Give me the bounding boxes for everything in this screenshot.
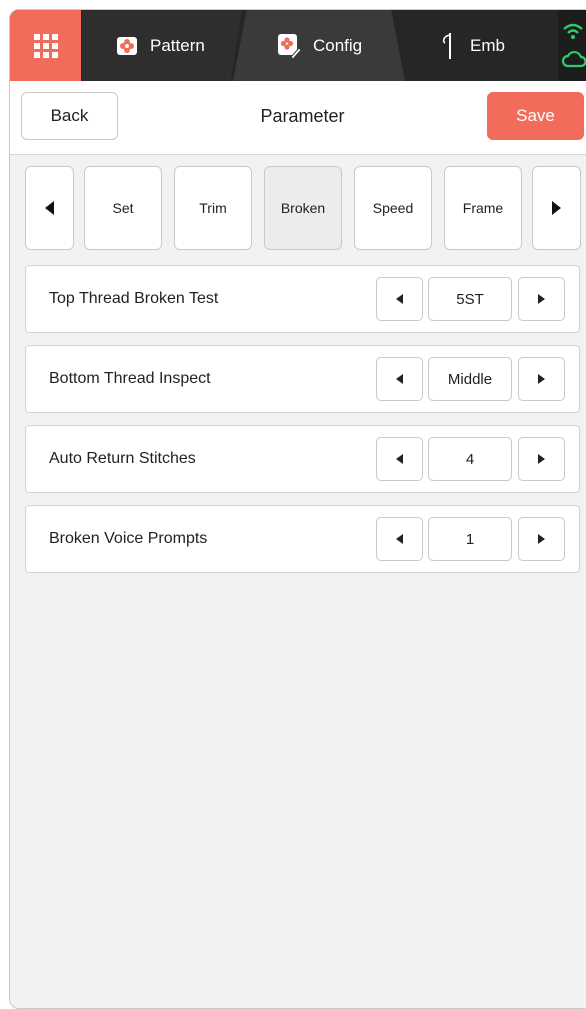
category-frame[interactable]: Frame	[444, 166, 522, 250]
page-header: Back Parameter Save	[10, 81, 586, 155]
arrow-right-icon	[538, 374, 545, 384]
param-row-auto-return-stitches: Auto Return Stitches 4	[25, 425, 580, 493]
decrease-button[interactable]	[376, 437, 423, 481]
param-value[interactable]: Middle	[428, 357, 512, 401]
decrease-button[interactable]	[376, 277, 423, 321]
arrow-left-icon	[396, 294, 403, 304]
increase-button[interactable]	[518, 277, 565, 321]
device-frame: Pattern Config Emb Back Parameter Save S…	[9, 9, 586, 1009]
apps-grid-icon	[33, 33, 58, 58]
param-row-bottom-thread-inspect: Bottom Thread Inspect Middle	[25, 345, 580, 413]
flower-edit-icon	[277, 33, 301, 59]
arrow-left-icon	[396, 454, 403, 464]
param-row-top-thread-broken-test: Top Thread Broken Test 5ST	[25, 265, 580, 333]
category-speed[interactable]: Speed	[354, 166, 432, 250]
page-title: Parameter	[260, 105, 345, 126]
wifi-icon	[562, 22, 584, 45]
increase-button[interactable]	[518, 517, 565, 561]
param-row-broken-voice-prompts: Broken Voice Prompts 1	[25, 505, 580, 573]
tab-config[interactable]: Config	[233, 10, 405, 81]
category-broken[interactable]: Broken	[264, 166, 342, 250]
tab-emb[interactable]: Emb	[398, 10, 558, 81]
category-set[interactable]: Set	[84, 166, 162, 250]
decrease-button[interactable]	[376, 517, 423, 561]
increase-button[interactable]	[518, 437, 565, 481]
home-menu-button[interactable]	[10, 10, 81, 81]
tab-pattern-label: Pattern	[150, 35, 205, 55]
arrow-left-icon	[396, 374, 403, 384]
param-label: Auto Return Stitches	[49, 450, 196, 467]
status-area	[558, 10, 586, 81]
param-label: Top Thread Broken Test	[49, 290, 219, 307]
arrow-left-icon	[396, 534, 403, 544]
back-button[interactable]: Back	[21, 92, 118, 140]
arrow-left-icon	[45, 201, 54, 215]
tab-config-label: Config	[313, 35, 363, 55]
category-trim[interactable]: Trim	[174, 166, 252, 250]
top-nav-bar: Pattern Config Emb	[10, 10, 586, 81]
param-label: Bottom Thread Inspect	[49, 370, 211, 387]
flower-card-icon	[116, 35, 138, 57]
tab-emb-label: Emb	[470, 35, 505, 55]
arrow-right-icon	[538, 454, 545, 464]
decrease-button[interactable]	[376, 357, 423, 401]
save-button[interactable]: Save	[487, 92, 584, 140]
needle-thread-icon	[440, 31, 458, 61]
param-value[interactable]: 5ST	[428, 277, 512, 321]
param-value[interactable]: 4	[428, 437, 512, 481]
cloud-icon	[561, 50, 586, 73]
param-label: Broken Voice Prompts	[49, 530, 208, 547]
arrow-right-icon	[538, 294, 545, 304]
increase-button[interactable]	[518, 357, 565, 401]
arrow-right-icon	[552, 201, 561, 215]
param-value[interactable]: 1	[428, 517, 512, 561]
arrow-right-icon	[538, 534, 545, 544]
category-next-button[interactable]	[532, 166, 581, 250]
category-prev-button[interactable]	[25, 166, 74, 250]
tab-pattern[interactable]: Pattern	[82, 10, 242, 81]
